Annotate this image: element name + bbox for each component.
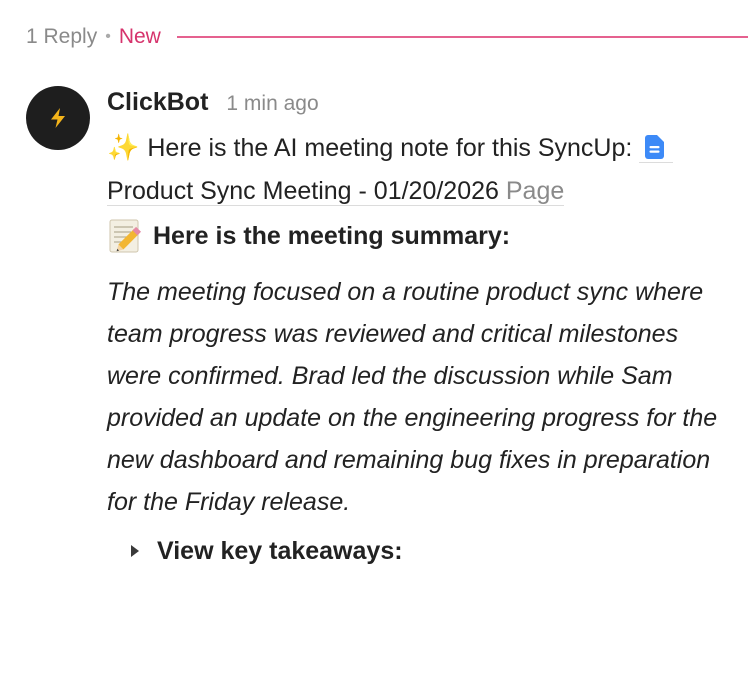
message-intro: ✨ Here is the AI meeting note for this Sy… xyxy=(107,126,727,213)
timestamp[interactable]: 1 min ago xyxy=(226,92,318,116)
sparkles-icon: ✨ xyxy=(107,132,140,162)
intro-text: Here is the AI meeting note for this Syn… xyxy=(147,134,633,162)
meeting-summary-text: The meeting focused on a routine product… xyxy=(107,278,718,516)
caret-right-icon xyxy=(131,545,139,557)
linked-doc-title: Product Sync Meeting - 01/20/2026 xyxy=(107,177,499,205)
toggle-label: View key takeaways: xyxy=(157,536,403,565)
message: ClickBot 1 min ago ✨ Here is the AI meeti… xyxy=(107,88,727,571)
thread-reply-header: 1 Reply • New xyxy=(26,22,748,52)
reply-count-link[interactable]: 1 Reply xyxy=(26,25,97,49)
clickbot-avatar[interactable] xyxy=(26,86,90,150)
author-name[interactable]: ClickBot xyxy=(107,88,208,117)
message-header: ClickBot 1 min ago xyxy=(107,88,727,120)
summary-heading: Here is the meeting summary: xyxy=(107,215,727,257)
summary-heading-text: Here is the meeting summary: xyxy=(153,221,511,250)
linked-doc-type: Page xyxy=(505,177,565,205)
memo-icon xyxy=(109,219,142,253)
new-divider-line xyxy=(176,36,748,38)
new-label: New xyxy=(118,25,161,48)
separator-dot: • xyxy=(105,28,111,45)
lightning-bolt-icon xyxy=(51,108,65,128)
document-icon xyxy=(645,135,665,159)
view-key-takeaways-toggle[interactable]: View key takeaways: xyxy=(129,531,727,571)
